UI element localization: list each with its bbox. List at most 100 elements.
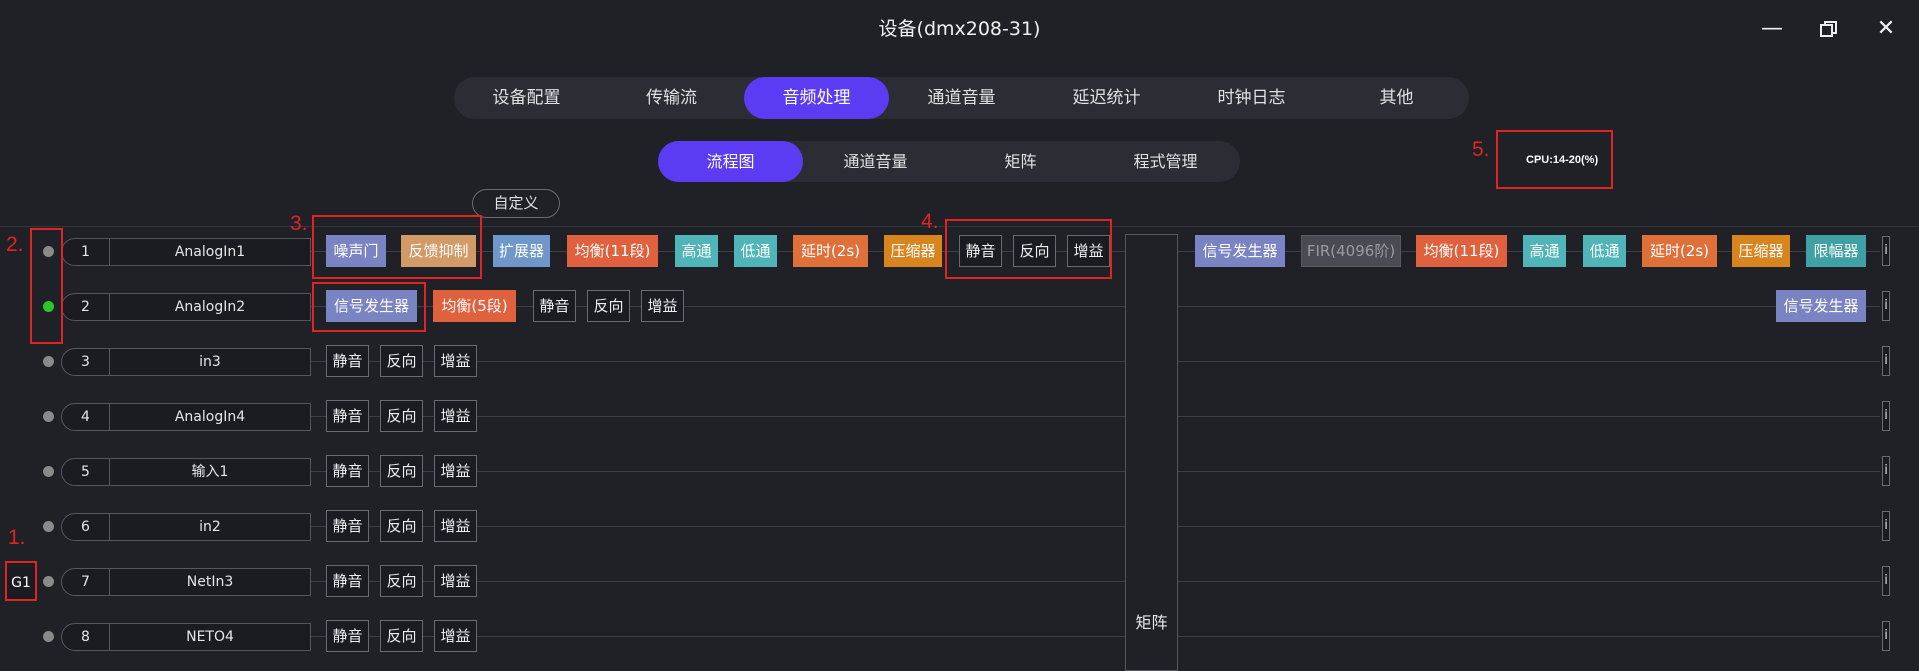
invert-block[interactable]: 反向 [380, 455, 423, 487]
output-edge-block[interactable]: i [1882, 621, 1890, 651]
annotation-box-mute-invert-gain [945, 219, 1112, 279]
channel-input-3[interactable]: 3 in3 [61, 348, 311, 376]
channel-status-led[interactable] [43, 356, 54, 367]
tab-transport-stream[interactable]: 传输流 [599, 77, 744, 119]
mute-block[interactable]: 静音 [533, 290, 576, 322]
channel-status-led[interactable] [43, 576, 54, 587]
channel-input-5[interactable]: 5 输入1 [61, 458, 311, 486]
channel-number: 1 [62, 239, 110, 265]
channel-status-led[interactable] [43, 521, 54, 532]
channel-number: 4 [62, 404, 110, 430]
tab-sub-channel-volume[interactable]: 通道音量 [803, 141, 948, 182]
mute-block[interactable]: 静音 [326, 455, 369, 487]
invert-block[interactable]: 反向 [587, 290, 630, 322]
output-highpass-block[interactable]: 高通 [1523, 235, 1566, 267]
annotation-number: 4. [921, 210, 939, 233]
output-compressor-block[interactable]: 压缩器 [1732, 235, 1790, 267]
expander-block[interactable]: 扩展器 [493, 235, 550, 267]
signal-line [310, 361, 1880, 362]
custom-button[interactable]: 自定义 [472, 189, 560, 218]
compressor-block[interactable]: 压缩器 [884, 235, 942, 267]
output-edge-block[interactable]: i [1882, 236, 1890, 266]
channel-input-2[interactable]: 2 AnalogIn2 [61, 293, 311, 321]
output-signal-generator-block[interactable]: 信号发生器 [1776, 290, 1866, 322]
annotation-box-siggen [312, 282, 426, 332]
channel-number: 6 [62, 514, 110, 540]
mute-block[interactable]: 静音 [326, 345, 369, 377]
channel-status-led[interactable] [43, 631, 54, 642]
tab-matrix[interactable]: 矩阵 [948, 141, 1093, 182]
tab-channel-volume[interactable]: 通道音量 [889, 77, 1034, 119]
signal-line [310, 471, 1880, 472]
tab-latency-stats[interactable]: 延迟统计 [1034, 77, 1179, 119]
gain-block[interactable]: 增益 [434, 345, 477, 377]
output-delay-block[interactable]: 延时(2s) [1642, 235, 1717, 267]
channel-status-led[interactable] [43, 411, 54, 422]
channel-number: 8 [62, 624, 110, 650]
limiter-block[interactable]: 限幅器 [1806, 235, 1866, 267]
channel-input-8[interactable]: 8 NETO4 [61, 623, 311, 651]
output-edge-block[interactable]: i [1882, 291, 1890, 321]
output-edge-block[interactable]: i [1882, 346, 1890, 376]
channel-name: AnalogIn2 [174, 299, 246, 315]
tab-audio-processing[interactable]: 音频处理 [744, 77, 889, 119]
channel-number: 7 [62, 569, 110, 595]
tab-other[interactable]: 其他 [1324, 77, 1469, 119]
restore-icon[interactable] [1812, 12, 1846, 46]
channel-number: 3 [62, 349, 110, 375]
annotation-number: 5. [1472, 138, 1490, 161]
signal-line [310, 416, 1880, 417]
channel-status-led[interactable] [43, 466, 54, 477]
channel-name: AnalogIn4 [174, 409, 246, 425]
highpass-block[interactable]: 高通 [675, 235, 718, 267]
matrix-block[interactable]: 矩阵 [1125, 234, 1178, 671]
gain-block[interactable]: 增益 [434, 400, 477, 432]
output-edge-block[interactable]: i [1882, 566, 1890, 596]
gain-block[interactable]: 增益 [434, 565, 477, 597]
gain-block[interactable]: 增益 [434, 510, 477, 542]
invert-block[interactable]: 反向 [380, 620, 423, 652]
invert-block[interactable]: 反向 [380, 565, 423, 597]
gain-block[interactable]: 增益 [434, 455, 477, 487]
output-edge-block[interactable]: i [1882, 401, 1890, 431]
channel-input-1[interactable]: 1 AnalogIn1 [61, 238, 311, 266]
eq-11-band-block[interactable]: 均衡(11段) [567, 235, 658, 267]
output-lowpass-block[interactable]: 低通 [1583, 235, 1626, 267]
mute-block[interactable]: 静音 [326, 510, 369, 542]
output-signal-generator-block[interactable]: 信号发生器 [1195, 235, 1285, 267]
invert-block[interactable]: 反向 [380, 400, 423, 432]
channel-name: NETO4 [186, 629, 234, 645]
eq-5-band-block[interactable]: 均衡(5段) [433, 290, 516, 322]
output-edge-block[interactable]: i [1882, 456, 1890, 486]
invert-block[interactable]: 反向 [380, 510, 423, 542]
channel-input-4[interactable]: 4 AnalogIn4 [61, 403, 311, 431]
tab-device-config[interactable]: 设备配置 [454, 77, 599, 119]
close-icon[interactable]: ✕ [1869, 12, 1903, 46]
channel-input-7[interactable]: 7 NetIn3 [61, 568, 311, 596]
annotation-number: 2. [6, 233, 24, 256]
tab-program-management[interactable]: 程式管理 [1093, 141, 1238, 182]
tab-flowchart[interactable]: 流程图 [658, 141, 803, 182]
minimize-icon[interactable]: — [1755, 12, 1789, 46]
output-eq-block[interactable]: 均衡(11段) [1416, 235, 1507, 267]
channel-number: 5 [62, 459, 110, 485]
annotation-box-input-blocks [312, 215, 482, 279]
channel-input-6[interactable]: 6 in2 [61, 513, 311, 541]
mute-block[interactable]: 静音 [326, 400, 369, 432]
group-label[interactable]: G1 [5, 561, 37, 601]
signal-line [310, 526, 1880, 527]
mute-block[interactable]: 静音 [326, 620, 369, 652]
invert-block[interactable]: 反向 [380, 345, 423, 377]
lowpass-block[interactable]: 低通 [734, 235, 777, 267]
tab-clock-log[interactable]: 时钟日志 [1179, 77, 1324, 119]
gain-block[interactable]: 增益 [641, 290, 684, 322]
annotation-number: 1. [8, 526, 26, 549]
channel-name: in3 [199, 354, 221, 370]
output-edge-block[interactable]: i [1882, 511, 1890, 541]
annotation-box-leds [30, 228, 63, 344]
fir-block[interactable]: FIR(4096阶) [1301, 235, 1401, 267]
delay-block[interactable]: 延时(2s) [793, 235, 868, 267]
gain-block[interactable]: 增益 [434, 620, 477, 652]
mute-block[interactable]: 静音 [326, 565, 369, 597]
signal-line [310, 636, 1880, 637]
